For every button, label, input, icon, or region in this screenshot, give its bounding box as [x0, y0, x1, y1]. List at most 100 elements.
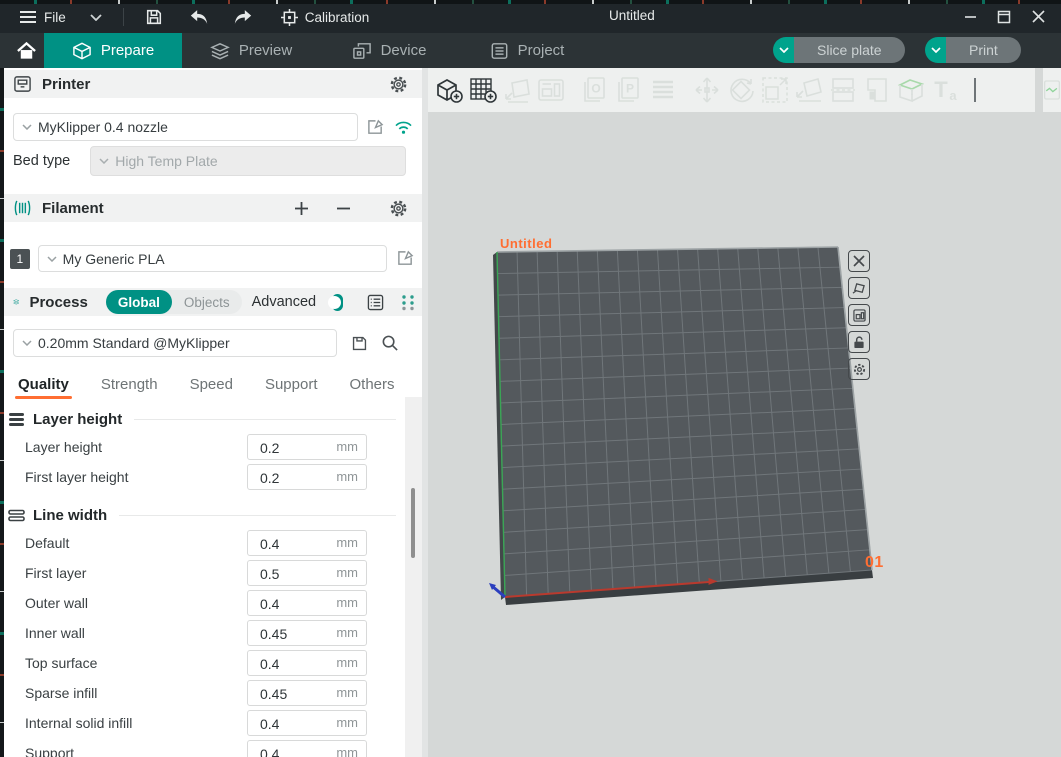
scope-objects[interactable]: Objects	[172, 290, 242, 314]
setting-input[interactable]	[258, 652, 332, 676]
section-divider	[134, 419, 396, 420]
slice-options-dropdown[interactable]	[773, 37, 794, 63]
add-plate-button[interactable]	[466, 73, 500, 107]
plate-settings-button[interactable]	[848, 358, 870, 380]
setting-input[interactable]	[258, 682, 332, 706]
tab-prepare[interactable]: Prepare	[44, 33, 182, 68]
setting-row: Outer wall mm	[0, 588, 404, 618]
add-filament-button[interactable]	[294, 201, 309, 216]
section-header[interactable]: Line width	[8, 502, 404, 528]
auto-orient-button[interactable]	[500, 73, 534, 107]
calibration-button[interactable]: Calibration	[272, 4, 379, 30]
setting-input[interactable]	[258, 592, 332, 616]
section-rows: Layer height mm First layer height mm	[0, 432, 404, 492]
cut-tool-button[interactable]	[826, 73, 860, 107]
tab-device[interactable]: Device	[320, 33, 458, 68]
scale-tool-button[interactable]	[758, 73, 792, 107]
settings-scrollbar[interactable]	[405, 397, 422, 757]
tab-strength[interactable]: Strength	[101, 376, 158, 393]
maximize-button[interactable]	[987, 3, 1021, 31]
setting-unit: mm	[336, 745, 358, 757]
print-button[interactable]: Print	[925, 37, 1021, 63]
process-preset-combo[interactable]: 0.20mm Standard @MyKlipper	[13, 329, 337, 357]
svg-text:P: P	[626, 82, 634, 96]
search-settings-button[interactable]	[381, 334, 399, 352]
setting-input[interactable]	[258, 466, 332, 490]
prepare-icon	[72, 42, 92, 60]
setting-input[interactable]	[258, 562, 332, 586]
setting-field: mm	[247, 740, 367, 757]
tab-preview[interactable]: Preview	[182, 33, 320, 68]
filament-preset-value: My Generic PLA	[63, 251, 165, 267]
process-list-button[interactable]	[367, 294, 384, 311]
viewport-3d[interactable]: Untitled 01	[428, 68, 1061, 757]
home-button[interactable]	[8, 33, 44, 68]
chevron-down-icon	[90, 14, 102, 21]
setting-input[interactable]	[258, 712, 332, 736]
split-to-parts-button[interactable]: P	[612, 73, 646, 107]
delete-plate-button[interactable]	[848, 250, 870, 272]
save-preset-button[interactable]	[351, 335, 368, 352]
tab-quality[interactable]: Quality	[18, 376, 69, 393]
split-to-objects-button[interactable]: O	[578, 73, 612, 107]
setting-input[interactable]	[258, 742, 332, 757]
printer-preset-combo[interactable]: MyKlipper 0.4 nozzle	[13, 113, 358, 141]
rotate-tool-button[interactable]	[724, 73, 758, 107]
setting-row: Support mm	[0, 738, 404, 757]
seam-painting-button[interactable]	[1043, 73, 1061, 107]
setting-input[interactable]	[258, 622, 332, 646]
save-button[interactable]	[136, 4, 172, 30]
filament-preset-combo[interactable]: My Generic PLA	[38, 245, 387, 272]
process-scope-switch[interactable]: Global Objects	[106, 290, 242, 314]
minus-icon	[336, 201, 351, 216]
scope-global[interactable]: Global	[106, 290, 172, 314]
setting-field: mm	[247, 650, 367, 676]
tab-others[interactable]: Others	[350, 376, 395, 393]
setting-unit: mm	[336, 535, 358, 550]
build-plate-canvas[interactable]	[428, 68, 1061, 757]
setting-label: Inner wall	[25, 625, 247, 641]
move-tool-button[interactable]	[690, 73, 724, 107]
filament-settings-button[interactable]	[389, 199, 408, 218]
layers-list-button[interactable]	[646, 73, 680, 107]
tab-speed[interactable]: Speed	[190, 376, 233, 393]
print-options-dropdown[interactable]	[925, 37, 946, 63]
close-icon	[853, 255, 865, 267]
redo-button[interactable]	[224, 4, 262, 30]
bed-type-label: Bed type	[13, 153, 70, 169]
lock-plate-button[interactable]	[848, 331, 870, 353]
add-object-button[interactable]	[432, 73, 466, 107]
close-button[interactable]	[1021, 3, 1055, 31]
tab-project[interactable]: Project	[458, 33, 596, 68]
filament-slot-badge[interactable]: 1	[10, 249, 30, 269]
arrange-button[interactable]	[534, 73, 568, 107]
fill-color-button[interactable]	[860, 73, 894, 107]
file-menu-button[interactable]: File	[10, 4, 75, 30]
advanced-toggle[interactable]	[332, 294, 343, 311]
setting-input[interactable]	[258, 436, 332, 460]
minimize-button[interactable]	[953, 3, 987, 31]
tab-support[interactable]: Support	[265, 376, 318, 393]
scrollbar-thumb[interactable]	[411, 488, 415, 558]
bed-type-combo[interactable]: High Temp Plate	[90, 146, 406, 176]
setting-input[interactable]	[258, 532, 332, 556]
undo-button[interactable]	[180, 4, 218, 30]
chevron-down-icon	[22, 340, 32, 346]
edit-printer-button[interactable]	[367, 119, 384, 136]
parameter-table-button[interactable]	[400, 294, 416, 311]
lay-on-face-button[interactable]	[792, 73, 826, 107]
slice-plate-button[interactable]: Slice plate	[773, 37, 905, 63]
printer-connection-button[interactable]	[394, 120, 413, 135]
file-menu-dropdown[interactable]	[81, 4, 111, 30]
edit-filament-button[interactable]	[397, 250, 414, 267]
variable-layer-height-button[interactable]	[894, 73, 928, 107]
printer-settings-button[interactable]	[389, 75, 408, 94]
arrange-plate-button[interactable]	[848, 304, 870, 326]
text-tool-button[interactable]: Ta	[928, 73, 962, 107]
gear-icon	[389, 75, 408, 94]
section-header[interactable]: Layer height	[8, 406, 404, 432]
chevron-down-icon	[931, 47, 941, 53]
orient-plate-button[interactable]	[848, 277, 870, 299]
remove-filament-button[interactable]	[336, 201, 351, 216]
setting-field: mm	[247, 710, 367, 736]
